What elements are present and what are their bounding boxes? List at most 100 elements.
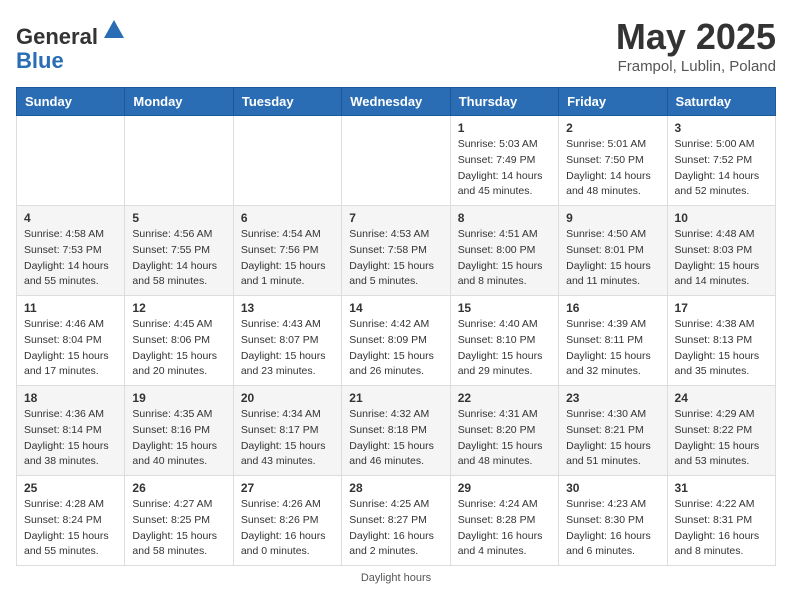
calendar-cell: 29 Sunrise: 4:24 AM Sunset: 8:28 PM Dayli… — [450, 476, 558, 566]
day-info: Sunrise: 4:46 AM Sunset: 8:04 PM Dayligh… — [24, 317, 117, 380]
day-number: 26 — [132, 481, 225, 495]
day-number: 14 — [349, 301, 442, 315]
calendar-week-2: 4 Sunrise: 4:58 AM Sunset: 7:53 PM Daylig… — [17, 206, 776, 296]
day-info: Sunrise: 4:23 AM Sunset: 8:30 PM Dayligh… — [566, 497, 659, 560]
day-number: 19 — [132, 391, 225, 405]
day-info: Sunrise: 4:53 AM Sunset: 7:58 PM Dayligh… — [349, 227, 442, 290]
calendar-cell: 3 Sunrise: 5:00 AM Sunset: 7:52 PM Daylig… — [667, 116, 775, 206]
day-number: 9 — [566, 211, 659, 225]
calendar-cell: 24 Sunrise: 4:29 AM Sunset: 8:22 PM Dayli… — [667, 386, 775, 476]
day-number: 28 — [349, 481, 442, 495]
day-info: Sunrise: 4:51 AM Sunset: 8:00 PM Dayligh… — [458, 227, 551, 290]
calendar-table: SundayMondayTuesdayWednesdayThursdayFrid… — [16, 87, 776, 566]
logo-blue-text: Blue — [16, 48, 64, 73]
day-info: Sunrise: 4:40 AM Sunset: 8:10 PM Dayligh… — [458, 317, 551, 380]
day-number: 31 — [675, 481, 768, 495]
day-info: Sunrise: 4:34 AM Sunset: 8:17 PM Dayligh… — [241, 407, 334, 470]
day-info: Sunrise: 4:45 AM Sunset: 8:06 PM Dayligh… — [132, 317, 225, 380]
calendar-cell: 14 Sunrise: 4:42 AM Sunset: 8:09 PM Dayli… — [342, 296, 450, 386]
day-number: 17 — [675, 301, 768, 315]
logo-general-text: General — [16, 24, 98, 49]
calendar-cell: 10Sunrise: 4:48 AM Sunset: 8:03 PM Dayli… — [667, 206, 775, 296]
day-info: Sunrise: 4:24 AM Sunset: 8:28 PM Dayligh… — [458, 497, 551, 560]
day-number: 25 — [24, 481, 117, 495]
calendar-cell: 16Sunrise: 4:39 AM Sunset: 8:11 PM Dayli… — [559, 296, 667, 386]
day-number: 5 — [132, 211, 225, 225]
calendar-cell: 28Sunrise: 4:25 AM Sunset: 8:27 PM Dayli… — [342, 476, 450, 566]
day-number: 8 — [458, 211, 551, 225]
calendar-cell: 2 Sunrise: 5:01 AM Sunset: 7:50 PM Daylig… — [559, 116, 667, 206]
day-info: Sunrise: 5:01 AM Sunset: 7:50 PM Dayligh… — [566, 137, 659, 200]
calendar-header-row: SundayMondayTuesdayWednesdayThursdayFrid… — [17, 88, 776, 116]
calendar-cell — [125, 116, 233, 206]
day-info: Sunrise: 4:42 AM Sunset: 8:09 PM Dayligh… — [349, 317, 442, 380]
day-number: 22 — [458, 391, 551, 405]
day-info: Sunrise: 4:31 AM Sunset: 8:20 PM Dayligh… — [458, 407, 551, 470]
calendar-cell: 6 Sunrise: 4:54 AM Sunset: 7:56 PM Daylig… — [233, 206, 341, 296]
calendar-cell — [17, 116, 125, 206]
day-number: 4 — [24, 211, 117, 225]
day-number: 11 — [24, 301, 117, 315]
day-number: 29 — [458, 481, 551, 495]
day-number: 24 — [675, 391, 768, 405]
weekday-header-friday: Friday — [559, 88, 667, 116]
day-info: Sunrise: 4:39 AM Sunset: 8:11 PM Dayligh… — [566, 317, 659, 380]
day-info: Sunrise: 4:36 AM Sunset: 8:14 PM Dayligh… — [24, 407, 117, 470]
day-info: Sunrise: 5:00 AM Sunset: 7:52 PM Dayligh… — [675, 137, 768, 200]
calendar-cell: 5 Sunrise: 4:56 AM Sunset: 7:55 PM Daylig… — [125, 206, 233, 296]
day-info: Sunrise: 4:54 AM Sunset: 7:56 PM Dayligh… — [241, 227, 334, 290]
day-info: Sunrise: 4:50 AM Sunset: 8:01 PM Dayligh… — [566, 227, 659, 290]
calendar-cell: 4 Sunrise: 4:58 AM Sunset: 7:53 PM Daylig… — [17, 206, 125, 296]
day-info: Sunrise: 4:48 AM Sunset: 8:03 PM Dayligh… — [675, 227, 768, 290]
page-header: General Blue May 2025 Frampol, Lublin, P… — [16, 16, 776, 75]
weekday-header-monday: Monday — [125, 88, 233, 116]
day-number: 20 — [241, 391, 334, 405]
calendar-cell: 7 Sunrise: 4:53 AM Sunset: 7:58 PM Daylig… — [342, 206, 450, 296]
day-number: 23 — [566, 391, 659, 405]
day-number: 6 — [241, 211, 334, 225]
day-info: Sunrise: 4:28 AM Sunset: 8:24 PM Dayligh… — [24, 497, 117, 560]
day-number: 21 — [349, 391, 442, 405]
calendar-week-1: 1Sunrise: 5:03 AM Sunset: 7:49 PM Daylig… — [17, 116, 776, 206]
day-info: Sunrise: 5:03 AM Sunset: 7:49 PM Dayligh… — [458, 137, 551, 200]
calendar-cell: 18 Sunrise: 4:36 AM Sunset: 8:14 PM Dayli… — [17, 386, 125, 476]
footer-note: Daylight hours — [16, 572, 776, 584]
calendar-cell: 26 Sunrise: 4:27 AM Sunset: 8:25 PM Dayli… — [125, 476, 233, 566]
calendar-week-4: 18 Sunrise: 4:36 AM Sunset: 8:14 PM Dayli… — [17, 386, 776, 476]
calendar-cell: 27Sunrise: 4:26 AM Sunset: 8:26 PM Dayli… — [233, 476, 341, 566]
location: Frampol, Lublin, Poland — [616, 58, 776, 75]
calendar-cell: 15 Sunrise: 4:40 AM Sunset: 8:10 PM Dayli… — [450, 296, 558, 386]
day-info: Sunrise: 4:29 AM Sunset: 8:22 PM Dayligh… — [675, 407, 768, 470]
calendar-week-5: 25 Sunrise: 4:28 AM Sunset: 8:24 PM Dayli… — [17, 476, 776, 566]
day-info: Sunrise: 4:32 AM Sunset: 8:18 PM Dayligh… — [349, 407, 442, 470]
weekday-header-saturday: Saturday — [667, 88, 775, 116]
day-info: Sunrise: 4:35 AM Sunset: 8:16 PM Dayligh… — [132, 407, 225, 470]
day-number: 15 — [458, 301, 551, 315]
calendar-cell: 11 Sunrise: 4:46 AM Sunset: 8:04 PM Dayli… — [17, 296, 125, 386]
calendar-cell: 12Sunrise: 4:45 AM Sunset: 8:06 PM Dayli… — [125, 296, 233, 386]
calendar-cell: 1Sunrise: 5:03 AM Sunset: 7:49 PM Daylig… — [450, 116, 558, 206]
calendar-cell: 31Sunrise: 4:22 AM Sunset: 8:31 PM Dayli… — [667, 476, 775, 566]
day-info: Sunrise: 4:56 AM Sunset: 7:55 PM Dayligh… — [132, 227, 225, 290]
calendar-cell: 20 Sunrise: 4:34 AM Sunset: 8:17 PM Dayli… — [233, 386, 341, 476]
calendar-cell: 17Sunrise: 4:38 AM Sunset: 8:13 PM Dayli… — [667, 296, 775, 386]
calendar-cell: 30Sunrise: 4:23 AM Sunset: 8:30 PM Dayli… — [559, 476, 667, 566]
calendar-cell: 8 Sunrise: 4:51 AM Sunset: 8:00 PM Daylig… — [450, 206, 558, 296]
calendar-cell: 22 Sunrise: 4:31 AM Sunset: 8:20 PM Dayli… — [450, 386, 558, 476]
day-info: Sunrise: 4:58 AM Sunset: 7:53 PM Dayligh… — [24, 227, 117, 290]
weekday-header-thursday: Thursday — [450, 88, 558, 116]
title-block: May 2025 Frampol, Lublin, Poland — [616, 16, 776, 75]
day-number: 7 — [349, 211, 442, 225]
day-info: Sunrise: 4:27 AM Sunset: 8:25 PM Dayligh… — [132, 497, 225, 560]
calendar-cell: 25 Sunrise: 4:28 AM Sunset: 8:24 PM Dayli… — [17, 476, 125, 566]
calendar-cell: 13 Sunrise: 4:43 AM Sunset: 8:07 PM Dayli… — [233, 296, 341, 386]
day-number: 3 — [675, 121, 768, 135]
day-number: 13 — [241, 301, 334, 315]
weekday-header-wednesday: Wednesday — [342, 88, 450, 116]
day-number: 2 — [566, 121, 659, 135]
calendar-cell — [342, 116, 450, 206]
day-info: Sunrise: 4:30 AM Sunset: 8:21 PM Dayligh… — [566, 407, 659, 470]
day-number: 18 — [24, 391, 117, 405]
calendar-cell: 23 Sunrise: 4:30 AM Sunset: 8:21 PM Dayli… — [559, 386, 667, 476]
day-info: Sunrise: 4:43 AM Sunset: 8:07 PM Dayligh… — [241, 317, 334, 380]
